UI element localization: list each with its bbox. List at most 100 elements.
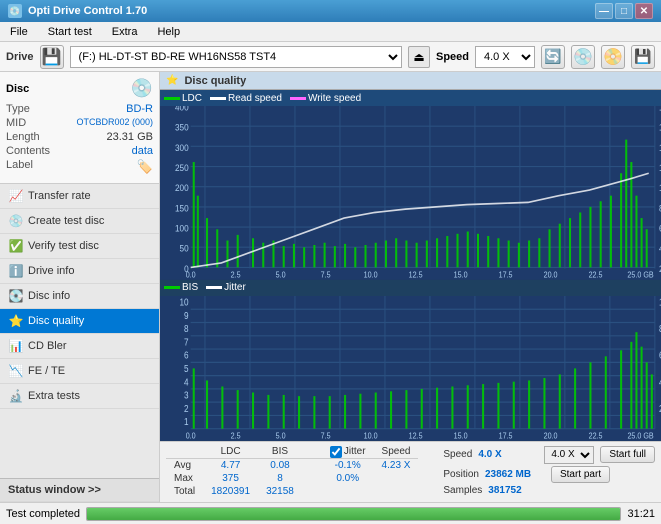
svg-text:100: 100 xyxy=(175,223,189,233)
save-button[interactable]: 💾 xyxy=(631,45,655,69)
sidebar-item-fe-te[interactable]: 📉 FE / TE xyxy=(0,359,159,384)
sidebar-item-verify-test-disc[interactable]: ✅ Verify test disc xyxy=(0,234,159,259)
top-chart: 400 350 300 250 200 150 100 50 0 18X 16X… xyxy=(160,106,661,280)
top-chart-legend: LDC Read speed Write speed xyxy=(160,90,661,106)
menu-start-test[interactable]: Start test xyxy=(42,24,98,40)
max-bis: 8 xyxy=(258,472,302,485)
minimize-button[interactable]: — xyxy=(595,3,613,19)
close-button[interactable]: ✕ xyxy=(635,3,653,19)
disc-label-label: Label xyxy=(6,159,33,175)
legend-read-speed: Read speed xyxy=(210,93,282,104)
svg-text:250: 250 xyxy=(175,163,189,173)
samples-value: 381752 xyxy=(488,485,548,496)
jitter-checkbox[interactable] xyxy=(330,446,342,458)
bottom-chart-svg: 10 9 8 7 6 5 4 3 2 1 10% 8% 6% 4% 2% xyxy=(160,296,661,441)
length-label: Length xyxy=(6,131,40,143)
avg-label: Avg xyxy=(166,459,203,473)
content-header: ⭐ Disc quality xyxy=(160,72,661,90)
drive-select[interactable]: (F:) HL-DT-ST BD-RE WH16NS58 TST4 xyxy=(70,46,402,68)
progress-bar-container xyxy=(86,507,621,521)
drive-label: Drive xyxy=(6,51,34,63)
write-speed-label: Write speed xyxy=(308,93,361,104)
disc-read-button[interactable]: 📀 xyxy=(601,45,625,69)
sidebar-item-disc-quality[interactable]: ⭐ Disc quality xyxy=(0,309,159,334)
speed-label: Speed xyxy=(436,51,469,63)
total-bis: 32158 xyxy=(258,485,302,498)
ldc-header: LDC xyxy=(203,446,258,459)
sidebar-item-extra-tests[interactable]: 🔬 Extra tests xyxy=(0,384,159,409)
start-full-button[interactable]: Start full xyxy=(600,446,655,463)
svg-text:22.5: 22.5 xyxy=(589,431,604,441)
status-window-button[interactable]: Status window >> xyxy=(0,478,159,502)
start-part-button[interactable]: Start part xyxy=(551,466,610,483)
sidebar-nav: 📈 Transfer rate 💿 Create test disc ✅ Ver… xyxy=(0,184,159,478)
legend-bis: BIS xyxy=(164,282,198,293)
sidebar-label-create-test-disc: Create test disc xyxy=(28,215,104,227)
disc-write-button[interactable]: 💿 xyxy=(571,45,595,69)
eject-button[interactable]: ⏏ xyxy=(408,46,430,68)
svg-text:25.0 GB: 25.0 GB xyxy=(627,431,653,441)
svg-text:17.5: 17.5 xyxy=(499,431,514,441)
disc-info-icon: 💽 xyxy=(8,289,24,303)
menu-extra[interactable]: Extra xyxy=(106,24,144,40)
menu-bar: File Start test Extra Help xyxy=(0,22,661,42)
legend-ldc: LDC xyxy=(164,93,202,104)
content-header-title: Disc quality xyxy=(184,75,246,87)
max-row: Max 375 8 0.0% xyxy=(166,472,418,485)
contents-value: data xyxy=(132,145,153,157)
sidebar-item-transfer-rate[interactable]: 📈 Transfer rate xyxy=(0,184,159,209)
speed-right-select[interactable]: 4.0 X 1.0 X 2.0 X 6.0 X xyxy=(544,446,594,464)
sidebar-item-cd-bler[interactable]: 📊 CD Bler xyxy=(0,334,159,359)
avg-jitter: -0.1% xyxy=(322,459,374,473)
svg-text:25.0 GB: 25.0 GB xyxy=(627,270,653,279)
position-value: 23862 MB xyxy=(485,469,545,480)
drive-info-icon: ℹ️ xyxy=(8,264,24,278)
sidebar-item-create-test-disc[interactable]: 💿 Create test disc xyxy=(0,209,159,234)
refresh-button[interactable]: 🔄 xyxy=(541,45,565,69)
svg-text:7: 7 xyxy=(184,337,189,348)
total-label: Total xyxy=(166,485,203,498)
fe-te-icon: 📉 xyxy=(8,364,24,378)
menu-help[interactable]: Help xyxy=(151,24,186,40)
jitter-color xyxy=(206,286,222,289)
sidebar-item-disc-info[interactable]: 💽 Disc info xyxy=(0,284,159,309)
sidebar-label-disc-quality: Disc quality xyxy=(28,315,84,327)
bis-header: BIS xyxy=(258,446,302,459)
svg-text:2.5: 2.5 xyxy=(231,270,241,279)
svg-text:400: 400 xyxy=(175,106,189,113)
samples-label: Samples xyxy=(443,485,482,496)
svg-text:0.0: 0.0 xyxy=(186,270,196,279)
ldc-color xyxy=(164,97,180,100)
svg-text:10.0: 10.0 xyxy=(364,270,378,279)
disc-label-icon[interactable]: 🏷️ xyxy=(137,159,153,175)
menu-file[interactable]: File xyxy=(4,24,34,40)
status-bar: Test completed 31:21 xyxy=(0,502,661,524)
ldc-label: LDC xyxy=(182,93,202,104)
svg-text:4: 4 xyxy=(184,376,189,387)
create-disc-icon: 💿 xyxy=(8,214,24,228)
bottom-chart: 10 9 8 7 6 5 4 3 2 1 10% 8% 6% 4% 2% xyxy=(160,296,661,441)
maximize-button[interactable]: □ xyxy=(615,3,633,19)
drive-bar: Drive 💾 (F:) HL-DT-ST BD-RE WH16NS58 TST… xyxy=(0,42,661,72)
svg-text:22.5: 22.5 xyxy=(589,270,603,279)
svg-text:0.0: 0.0 xyxy=(186,431,197,441)
main-area: Disc 💿 Type BD-R MID OTCBDR002 (000) Len… xyxy=(0,72,661,502)
bis-color xyxy=(164,286,180,289)
svg-text:7.5: 7.5 xyxy=(321,431,332,441)
write-speed-color xyxy=(290,97,306,100)
sidebar-label-extra-tests: Extra tests xyxy=(28,390,80,402)
speed-select[interactable]: 4.0 X 1.0 X 2.0 X 6.0 X 8.0 X xyxy=(475,46,535,68)
svg-text:150: 150 xyxy=(175,203,189,213)
sidebar-label-transfer-rate: Transfer rate xyxy=(28,190,91,202)
avg-bis: 0.08 xyxy=(258,459,302,473)
legend-write-speed: Write speed xyxy=(290,93,361,104)
sidebar-label-verify-test-disc: Verify test disc xyxy=(28,240,99,252)
svg-text:8: 8 xyxy=(184,323,189,334)
disc-info-panel: Disc 💿 Type BD-R MID OTCBDR002 (000) Len… xyxy=(0,72,159,184)
transfer-rate-icon: 📈 xyxy=(8,189,24,203)
title-bar: 💿 Opti Drive Control 1.70 — □ ✕ xyxy=(0,0,661,22)
svg-text:6: 6 xyxy=(184,350,189,361)
svg-text:300: 300 xyxy=(175,142,189,152)
time-display: 31:21 xyxy=(627,508,655,520)
sidebar-item-drive-info[interactable]: ℹ️ Drive info xyxy=(0,259,159,284)
